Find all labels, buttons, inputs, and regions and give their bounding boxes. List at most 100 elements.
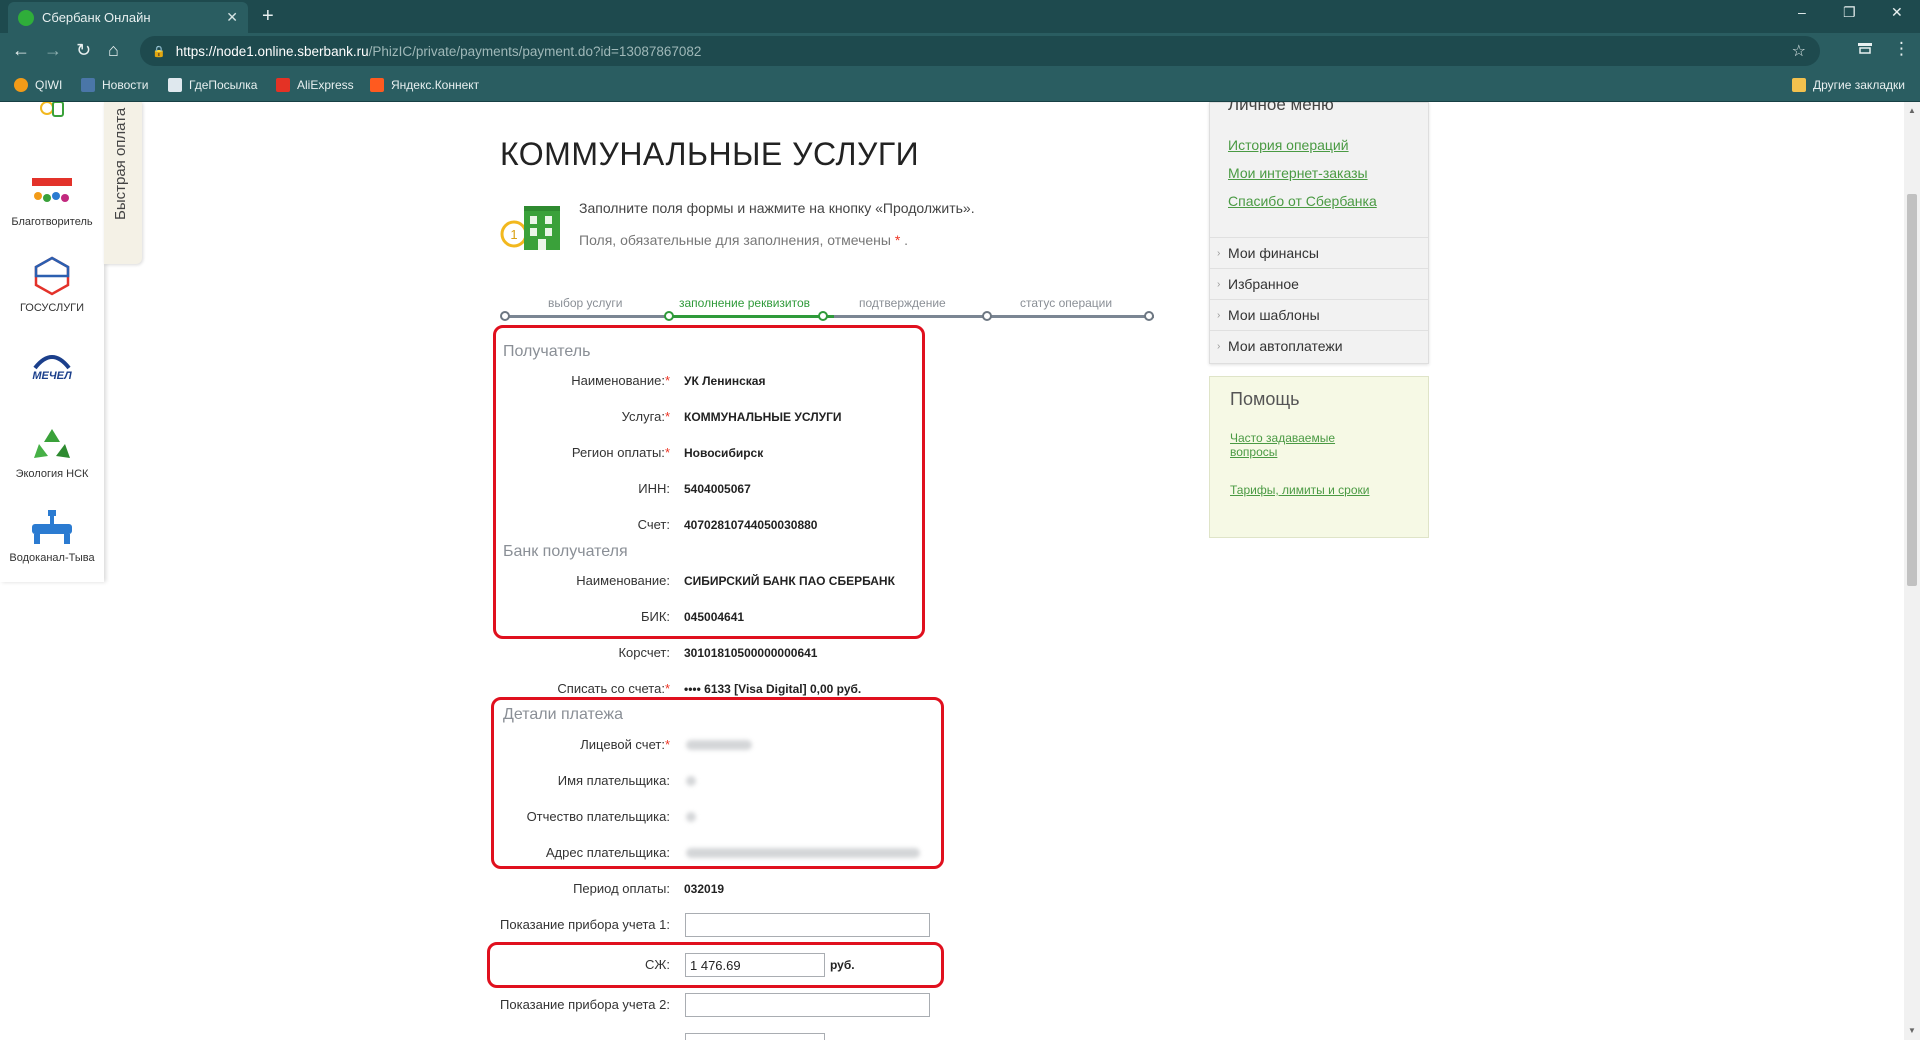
lock-icon: 🔒 (152, 45, 166, 58)
browser-menu-icon[interactable]: ⋮ (1893, 39, 1910, 59)
payment-period-label: Период оплаты: (573, 881, 670, 896)
next-input[interactable] (685, 1033, 825, 1040)
page-scrollbar[interactable]: ▲ ▼ (1904, 102, 1920, 1040)
meter2-label: Показание прибора учета 2: (500, 997, 670, 1012)
meter1-label: Показание прибора учета 1: (500, 917, 670, 932)
section-recipient: Получатель (503, 343, 591, 360)
close-window-button[interactable]: ✕ (1891, 4, 1903, 21)
bookmark-label: Другие закладки (1813, 78, 1905, 92)
bookmark-yandex-connect[interactable]: Яндекс.Коннект (370, 78, 479, 92)
step-dot (500, 311, 510, 321)
forward-button[interactable]: → (44, 40, 62, 60)
chevron-right-icon: › (1217, 341, 1221, 352)
payer-patronymic-label: Отчество плательщика: (526, 809, 670, 824)
quick-pay-label: ГОСУСЛУГИ (19, 302, 85, 314)
sj-currency: руб. (830, 958, 855, 972)
menu-item-templates[interactable]: › Мои шаблоны (1210, 299, 1428, 330)
step-dot-active (818, 311, 828, 321)
step-select-service: выбор услуги (548, 296, 623, 310)
quick-pay-tab[interactable]: Быстрая оплата (104, 102, 142, 264)
debit-account-select[interactable]: •••• 6133 [Visa Digital] 0,00 руб. (684, 682, 861, 696)
form-instructions: Заполните поля формы и нажмите на кнопку… (579, 200, 975, 216)
page-content: Благотворитель ГОСУСЛУГИ МЕЧЕЛ Экология … (0, 102, 1920, 1040)
region-label: Регион оплаты:* (571, 445, 670, 460)
tab-close-icon[interactable]: ✕ (226, 9, 238, 26)
quick-pay-label: Водоканал-Тыва (9, 552, 95, 564)
step-fill-details: заполнение реквизитов (679, 296, 811, 310)
yandex-connect-icon (370, 78, 384, 92)
bookmark-gdeposylka[interactable]: ГдеПосылка (168, 78, 257, 92)
quick-pay-vodokanal[interactable]: Водоканал-Тыва (0, 510, 104, 564)
service-label: Услуга:* (621, 409, 670, 424)
gdeposylka-icon (168, 78, 182, 92)
section-recipient-bank: Банк получателя (503, 543, 628, 560)
step-operation-status: статус операции (1020, 296, 1113, 310)
back-button[interactable]: ← (12, 40, 30, 60)
quick-pay-charity[interactable]: Благотворитель (0, 176, 104, 228)
quick-pay-mobile[interactable] (0, 102, 104, 128)
scrollbar-thumb[interactable] (1907, 194, 1917, 586)
bookmark-qiwi[interactable]: QIWI (14, 78, 62, 92)
scroll-down-icon[interactable]: ▼ (1908, 1026, 1916, 1035)
section-payment-details: Детали платежа (503, 706, 623, 723)
help-link-tariffs[interactable]: Тарифы, лимиты и сроки (1230, 483, 1380, 497)
corr-account-label: Корсчет: (618, 645, 670, 660)
account-value: 40702810744050030880 (684, 518, 818, 532)
menu-item-favorites[interactable]: › Избранное (1210, 268, 1428, 299)
aliexpress-icon (276, 78, 290, 92)
browser-tab[interactable]: Сбербанк Онлайн ✕ (8, 2, 248, 33)
personal-menu: Личное меню История операций Мои интерне… (1209, 102, 1429, 364)
recipient-name-value: УК Ленинская (684, 374, 766, 388)
recycle-icon (34, 429, 70, 458)
tab-title: Сбербанк Онлайн (42, 10, 151, 25)
mechel-logo-icon: МЕЧЕЛ (29, 355, 75, 382)
required-fields-note: Поля, обязательные для заполнения, отмеч… (579, 232, 909, 248)
menu-item-finances[interactable]: › Мои финансы (1210, 237, 1428, 268)
qiwi-icon (14, 78, 28, 92)
payer-address-redacted (686, 848, 920, 858)
reload-button[interactable]: ↻ (76, 40, 91, 60)
menu-item-autopayments[interactable]: › Мои автоплатежи (1210, 330, 1428, 361)
quick-pay-label: Благотворитель (11, 216, 93, 228)
minimize-button[interactable]: – (1798, 4, 1806, 20)
bookmarks-bar: QIWI Новости ГдеПосылка AliExpress Яндек… (0, 70, 1920, 102)
debit-account-label: Списать со счета:* (557, 681, 670, 696)
link-operations-history[interactable]: История операций (1228, 137, 1349, 153)
charity-icon (32, 178, 72, 202)
browser-toolbar: ← → ↻ ⌂ 🔒 https://node1.online.sberbank.… (0, 33, 1920, 70)
chevron-right-icon: › (1217, 310, 1221, 321)
bookmark-label: Яндекс.Коннект (391, 78, 480, 92)
url-host: https://node1.online.sberbank.ru (175, 43, 369, 59)
scroll-up-icon[interactable]: ▲ (1908, 106, 1916, 115)
inn-label: ИНН: (638, 481, 670, 496)
chevron-right-icon: › (1217, 248, 1221, 259)
bookmark-star-icon[interactable]: ☆ (1792, 41, 1806, 61)
bookmark-aliexpress[interactable]: AliExpress (276, 78, 354, 92)
account-label: Счет: (637, 517, 670, 532)
link-internet-orders[interactable]: Мои интернет-заказы (1228, 165, 1368, 181)
maximize-button[interactable]: ❐ (1843, 4, 1856, 21)
quick-pay-ecology-nsk[interactable]: Экология НСК (0, 426, 104, 480)
address-bar[interactable]: 🔒 https://node1.online.sberbank.ru/PhizI… (140, 36, 1820, 66)
help-link-faq[interactable]: Часто задаваемые вопросы (1230, 431, 1380, 459)
sj-amount-input[interactable] (685, 953, 825, 977)
quick-pay-mechel[interactable]: МЕЧЕЛ (0, 346, 104, 394)
payment-period-value: 032019 (684, 882, 725, 896)
home-button[interactable]: ⌂ (108, 40, 119, 60)
meter2-input[interactable] (685, 993, 930, 1017)
meter1-input[interactable] (685, 913, 930, 937)
vk-icon (81, 78, 95, 92)
quick-pay-panel: Благотворитель ГОСУСЛУГИ МЕЧЕЛ Экология … (0, 102, 104, 582)
payer-name-label: Имя плательщика: (557, 773, 670, 788)
extensions-icon[interactable] (1857, 41, 1873, 59)
new-tab-button[interactable]: + (262, 5, 274, 27)
step-dot (1144, 311, 1154, 321)
bookmark-other-folder[interactable]: Другие закладки (1792, 78, 1905, 92)
bookmark-news[interactable]: Новости (81, 78, 148, 92)
link-spasibo[interactable]: Спасибо от Сбербанка (1228, 193, 1377, 209)
url-path: /PhizIC/private/payments/payment.do?id=1… (368, 43, 702, 59)
browser-tab-bar: Сбербанк Онлайн ✕ + – ❐ ✕ (0, 0, 1920, 33)
payer-name-redacted (686, 776, 696, 786)
quick-pay-gosuslugi[interactable]: ГОСУСЛУГИ (0, 256, 104, 314)
quick-pay-label: Экология НСК (15, 468, 89, 480)
